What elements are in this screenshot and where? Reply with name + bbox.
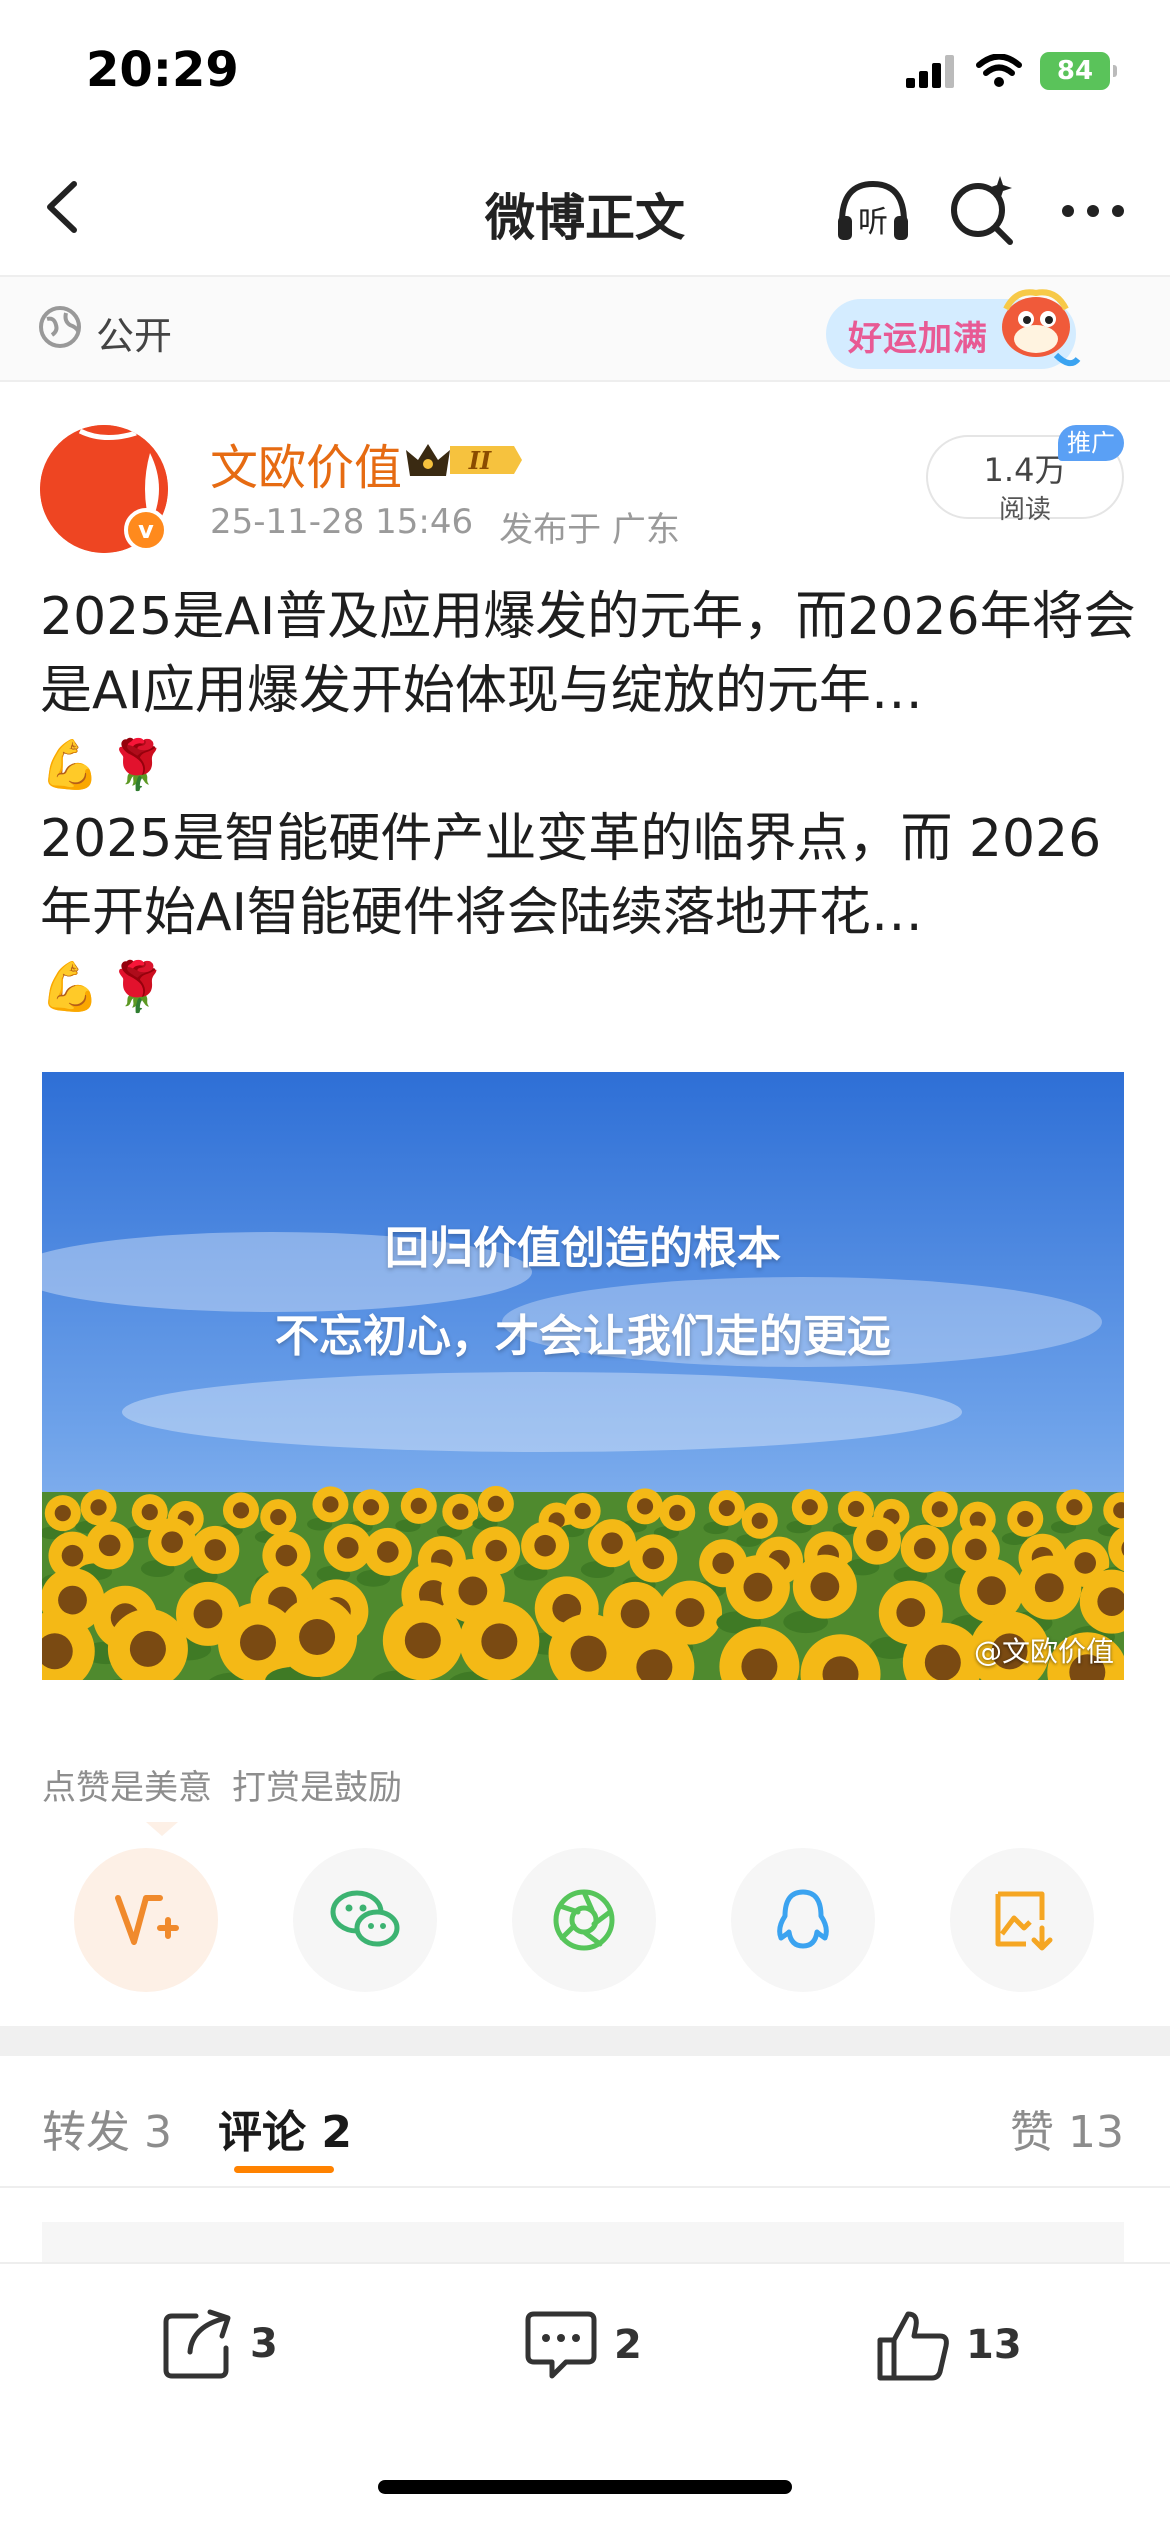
tab-like[interactable]: 赞 13 (1010, 2096, 1124, 2160)
moments-aperture-icon (553, 1889, 615, 1951)
repost-count: 3 (250, 2321, 278, 2367)
share-row (74, 1848, 1094, 1992)
wechat-icon (330, 1890, 400, 1947)
more-button[interactable] (1052, 170, 1134, 252)
comment-count: 2 (614, 2322, 642, 2368)
listen-label: 听 (858, 205, 888, 240)
battery-indicator: 84 (1040, 52, 1117, 90)
home-indicator (378, 2480, 792, 2494)
vip-crown-badge-icon: II (406, 444, 522, 476)
appreciation-like: 点赞是美意 (42, 1768, 212, 1808)
like-count: 13 (966, 2322, 1022, 2368)
author-name[interactable]: 文欧价值 (210, 428, 402, 498)
listen-button[interactable]: 听 (832, 170, 914, 252)
appreciation-reward: 打赏是鼓励 (232, 1768, 402, 1808)
koi-fish-icon (1002, 289, 1081, 367)
post-date: 25-11-28 15:46 (210, 502, 474, 542)
nav-bar: 微博正文 听 (0, 150, 1170, 275)
luck-banner-text: 好运加满 (848, 319, 988, 359)
qq-penguin-icon (777, 1889, 829, 1949)
appreciation-text: 点赞是美意 打赏是鼓励 (42, 1760, 402, 1809)
reward-pointer (146, 1822, 178, 1836)
comment-bubble-icon (525, 2311, 597, 2379)
battery-level: 84 (1056, 56, 1094, 86)
post-location: 发布于 广东 (499, 510, 680, 550)
image-caption-1: 回归价值创造的根本 (385, 1223, 781, 1274)
luck-banner[interactable]: 好运加满 (826, 285, 1081, 371)
vip-level: II (468, 446, 492, 475)
post-body: 2025是AI普及应用爆发的元年，而2026年将会是AI应用爆发开始体现与绽放的… (40, 580, 1140, 1024)
sunflower-field-illustration (42, 1072, 1124, 1680)
interaction-tabs: 转发 3 评论 2 赞 13 (0, 2056, 1170, 2186)
image-caption-2: 不忘初心，才会让我们走的更远 (275, 1311, 891, 1362)
tabs-divider (0, 2186, 1170, 2188)
post-paragraph-1: 2025是AI普及应用爆发的元年，而2026年将会是AI应用爆发开始体现与绽放的… (40, 587, 1136, 721)
search-sparkle-icon (951, 176, 1013, 245)
post-paragraph-2: 2025是智能硬件产业变革的临界点，而 2026年开始AI智能硬件将会陆续落地开… (40, 809, 1102, 943)
share-moments-button[interactable] (512, 1848, 656, 1992)
promo-tag[interactable]: 推广 (1058, 425, 1124, 461)
post-meta: 25-11-28 15:46 发布于 广东 (210, 502, 680, 551)
verified-badge: v (124, 508, 168, 552)
nav-actions: 听 (832, 170, 1134, 252)
bottom-action-bar: 3 2 13 (0, 2262, 1170, 2532)
more-dots-icon (1062, 205, 1124, 217)
flexed-arm-emoji: 💪 (40, 737, 100, 793)
search-button[interactable] (942, 170, 1024, 252)
reward-button[interactable] (74, 1848, 218, 1992)
visibility-label: 公开 (96, 314, 173, 358)
visibility-bar: 公开 好运加满 (0, 277, 1170, 380)
rose-emoji: 🌹 (107, 959, 168, 1015)
image-watermark: @文欧价值 (973, 1635, 1114, 1668)
repost-icon (163, 2309, 231, 2379)
status-bar: 20:29 84 (0, 0, 1170, 150)
visibility-divider (0, 380, 1170, 382)
emoji-row-2: 💪 🌹 (40, 950, 1140, 1024)
thumbs-up-icon (877, 2311, 949, 2381)
flexed-arm-emoji: 💪 (40, 959, 100, 1015)
save-image-button[interactable] (950, 1848, 1094, 1992)
read-label: 阅读 (998, 495, 1051, 525)
share-qq-button[interactable] (731, 1848, 875, 1992)
repost-action[interactable]: 3 (160, 2306, 278, 2382)
emoji-row-1: 💪 🌹 (40, 728, 1140, 802)
headphones-icon: 听 (838, 180, 908, 240)
wifi-icon (976, 54, 1022, 87)
tab-repost[interactable]: 转发 3 (42, 2096, 172, 2160)
reward-v-plus-icon (115, 1895, 179, 1945)
comment-list-preview (42, 2222, 1124, 2262)
save-image-icon (995, 1891, 1053, 1951)
status-icons: 84 (906, 52, 1117, 90)
share-wechat-button[interactable] (293, 1848, 437, 1992)
globe-icon (39, 306, 81, 348)
active-tab-indicator (234, 2166, 334, 2173)
post-image[interactable]: 回归价值创造的根本 不忘初心，才会让我们走的更远 @文欧价值 (42, 1072, 1124, 1680)
tab-comment[interactable]: 评论 2 (218, 2096, 352, 2160)
comment-action[interactable]: 2 (522, 2306, 642, 2384)
like-action[interactable]: 13 (874, 2306, 1022, 2384)
section-separator (0, 2026, 1170, 2056)
signal-icon (906, 55, 954, 88)
rose-emoji: 🌹 (107, 737, 168, 793)
status-time: 20:29 (86, 42, 239, 98)
